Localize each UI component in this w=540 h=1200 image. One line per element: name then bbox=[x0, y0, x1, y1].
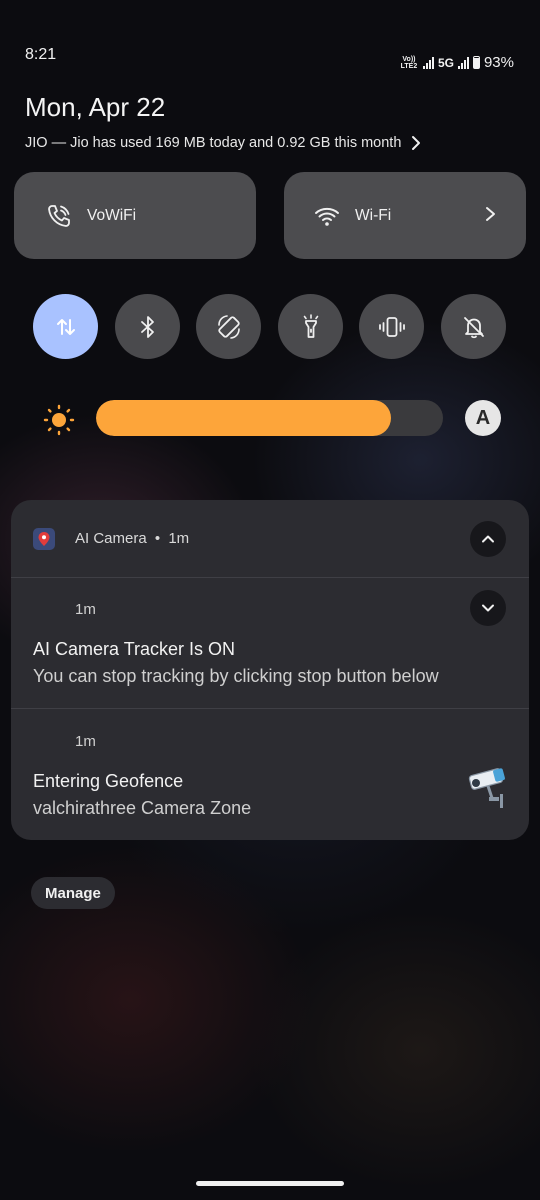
app-time: 1m bbox=[168, 530, 190, 547]
signal-icon bbox=[422, 56, 434, 69]
home-indicator[interactable] bbox=[196, 1181, 344, 1186]
carrier-usage[interactable]: JIO — Jio has used 169 MB today and 0.92… bbox=[25, 135, 421, 151]
wifi-icon bbox=[315, 207, 339, 226]
status-icons: Vo)) LTE2 5G 93% bbox=[399, 54, 514, 71]
carrier-usage-text: JIO — Jio has used 169 MB today and 0.92… bbox=[25, 135, 402, 151]
notification-group: AI Camera • 1m 1m AI Camera Tracker Is O… bbox=[11, 500, 529, 840]
network-type: 5G bbox=[437, 55, 454, 70]
auto-rotate-toggle[interactable] bbox=[196, 294, 261, 359]
notification-time: 1m bbox=[75, 733, 96, 750]
divider bbox=[11, 708, 529, 709]
brightness-fill bbox=[96, 400, 391, 436]
do-not-disturb-toggle[interactable] bbox=[441, 294, 506, 359]
bluetooth-icon bbox=[140, 315, 154, 338]
brightness-slider[interactable] bbox=[96, 400, 443, 436]
manage-button[interactable]: Manage bbox=[31, 877, 115, 909]
wifi-tile[interactable]: Wi-Fi bbox=[284, 172, 526, 259]
vibrate-icon bbox=[378, 316, 405, 337]
chevron-right-icon bbox=[412, 136, 421, 150]
brightness-icon bbox=[43, 404, 75, 436]
notification-body[interactable]: You can stop tracking by clicking stop b… bbox=[33, 666, 439, 687]
vowifi-label: VoWiFi bbox=[87, 206, 137, 224]
bell-off-icon bbox=[463, 316, 484, 338]
chevron-up-icon bbox=[482, 535, 494, 543]
wifi-calling-icon bbox=[48, 204, 70, 227]
bluetooth-toggle[interactable] bbox=[115, 294, 180, 359]
wifi-label: Wi-Fi bbox=[355, 206, 392, 224]
cctv-camera-icon bbox=[468, 768, 505, 808]
data-arrows-icon bbox=[56, 318, 75, 335]
expand-button[interactable] bbox=[470, 590, 506, 626]
flashlight-icon bbox=[303, 313, 318, 338]
header-separator: • bbox=[154, 530, 161, 547]
app-header: AI Camera • 1m bbox=[75, 530, 189, 547]
notification-shade: 8:21 Vo)) LTE2 5G 93% Mon, Apr 22 JIO — … bbox=[0, 0, 540, 1200]
notification-title[interactable]: Entering Geofence bbox=[33, 771, 183, 792]
chevron-down-icon bbox=[482, 604, 494, 612]
auto-brightness-button[interactable]: A bbox=[465, 400, 501, 436]
status-time: 8:21 bbox=[25, 46, 57, 63]
signal-icon bbox=[457, 56, 469, 69]
rotate-icon bbox=[217, 314, 240, 339]
notification-time: 1m bbox=[75, 601, 96, 618]
collapse-button[interactable] bbox=[470, 521, 506, 557]
battery-icon bbox=[472, 56, 480, 69]
app-icon bbox=[33, 528, 55, 550]
mobile-data-toggle[interactable] bbox=[33, 294, 98, 359]
location-pin-icon bbox=[38, 532, 50, 546]
notification-body[interactable]: valchirathree Camera Zone bbox=[33, 798, 251, 819]
notification-title[interactable]: AI Camera Tracker Is ON bbox=[33, 639, 235, 660]
chevron-right-icon bbox=[486, 207, 495, 221]
flashlight-toggle[interactable] bbox=[278, 294, 343, 359]
volte-indicator: Vo)) LTE2 bbox=[400, 55, 418, 70]
divider bbox=[11, 577, 529, 578]
vibrate-toggle[interactable] bbox=[359, 294, 424, 359]
date-label: Mon, Apr 22 bbox=[25, 92, 166, 122]
app-name: AI Camera bbox=[75, 530, 147, 547]
vowifi-tile[interactable]: VoWiFi bbox=[14, 172, 256, 259]
battery-percent: 93% bbox=[483, 54, 514, 71]
